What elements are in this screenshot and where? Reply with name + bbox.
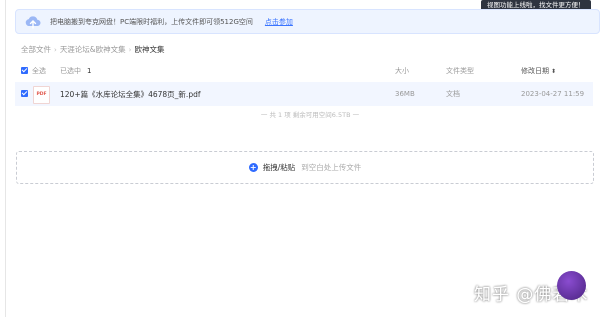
file-row[interactable]: PDF 120+篇《水库论坛全集》4678页_新.pdf 36MB 文档 202… [15,82,593,106]
selected-label: 已选中 [60,67,81,75]
promo-banner: 把电脑搬到夸克网盘！PC端限时福利，上传文件即可领512G空间 点击参加 [15,9,600,34]
file-name[interactable]: 120+篇《水库论坛全集》4678页_新.pdf [60,89,200,100]
banner-message: 把电脑搬到夸克网盘！PC端限时福利，上传文件即可领512G空间 [50,17,253,26]
plus-circle-icon: + [248,163,258,172]
assistant-avatar-button[interactable] [557,271,586,300]
storage-summary: 一 共 1 项 剩余可用空间6.5TB 一 [260,111,360,119]
column-header-type[interactable]: 文件类型 [446,66,474,76]
dropzone-hint: 到空白处上传文件 [301,163,362,172]
breadcrumb-item-folder[interactable]: 天涯论坛&欧神文集 [60,44,126,55]
cloud-upload-icon [24,13,42,31]
column-header-date-label: 修改日期 [521,67,549,75]
selected-count: 1 [87,67,92,75]
banner-join-link[interactable]: 点击参加 [265,17,293,27]
pdf-file-icon: PDF [33,86,50,104]
dropzone-action-label: 拖拽/粘贴 [262,163,296,172]
sort-icon[interactable]: ⬍ [551,68,556,75]
upload-dropzone[interactable]: + 拖拽/粘贴 到空白处上传文件 [16,151,594,184]
left-panel-border [5,0,6,317]
select-all-label[interactable]: 全选 [32,66,46,76]
file-size: 36MB [395,90,415,98]
breadcrumb-item-current: 欧神文集 [134,45,165,54]
column-header-size[interactable]: 大小 [395,66,409,76]
select-all-checkbox[interactable] [21,67,28,74]
chevron-right-icon: › [54,45,57,54]
breadcrumb: 全部文件 › 天涯论坛&欧神文集 › 欧神文集 [21,44,164,55]
chevron-right-icon: › [128,45,132,54]
file-checkbox[interactable] [21,90,28,97]
column-header-date[interactable]: 修改日期 ⬍ [521,66,556,76]
file-type: 文档 [446,90,460,98]
file-date: 2023-04-27 11:59 [521,90,585,98]
breadcrumb-item-all-files[interactable]: 全部文件 [21,44,51,55]
file-list-header: 全选 已选中 1 大小 文件类型 修改日期 ⬍ [15,63,595,79]
